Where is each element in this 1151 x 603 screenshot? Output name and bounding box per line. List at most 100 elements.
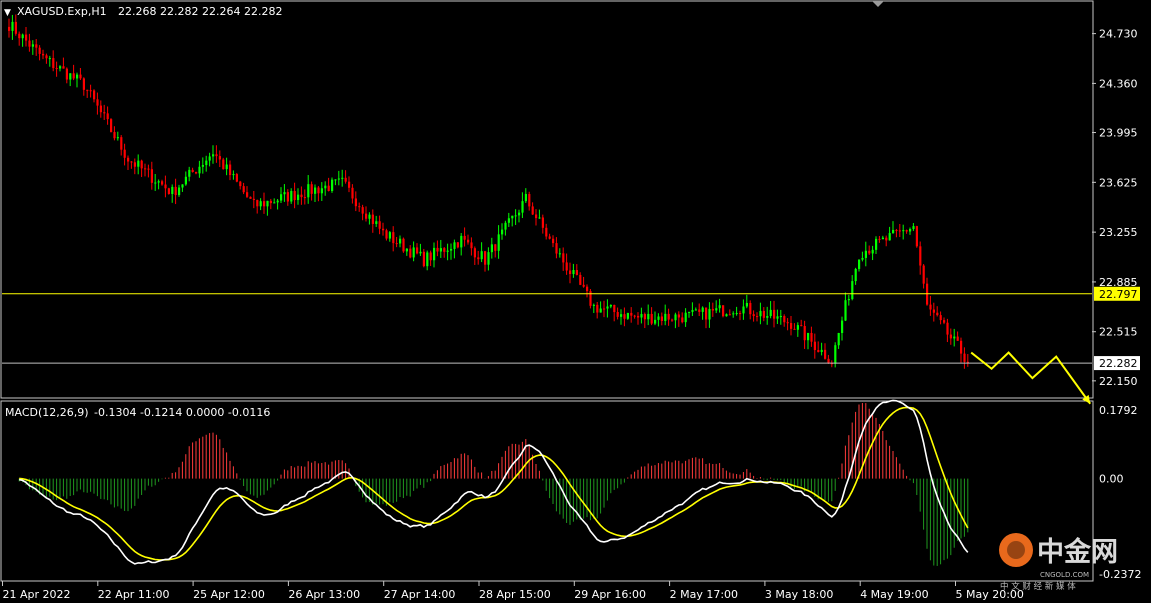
candle-body <box>456 242 459 248</box>
candle-body <box>535 214 538 219</box>
candle-body <box>25 34 28 41</box>
macd-axis-label: 0.00 <box>1099 473 1124 486</box>
candle-body <box>875 238 878 250</box>
candle-body <box>286 192 289 202</box>
candle-body <box>99 105 102 113</box>
candle-body <box>130 161 133 163</box>
macd-title: MACD(12,26,9) <box>5 406 89 419</box>
candle-body <box>341 177 344 179</box>
candle-body <box>674 314 677 321</box>
candle-body <box>841 320 844 333</box>
candle-body <box>246 192 249 197</box>
candle-body <box>76 74 79 79</box>
candle-body <box>324 185 327 189</box>
time-axis-label: 26 Apr 13:00 <box>288 588 360 601</box>
candle-body <box>184 176 187 185</box>
candle-body <box>82 78 85 90</box>
candle-body <box>844 300 847 321</box>
candle-body <box>562 253 565 263</box>
candle-body <box>35 44 38 48</box>
candle-body <box>722 305 725 317</box>
price-axis-label: 23.625 <box>1099 176 1138 189</box>
candle-body <box>626 312 629 319</box>
candle-body <box>790 323 793 329</box>
candle-body <box>103 112 106 114</box>
candle-body <box>65 68 68 80</box>
macd-axis-label: 0.1792 <box>1099 404 1138 417</box>
candle-body <box>28 40 31 47</box>
candle-body <box>705 307 708 320</box>
candle-body <box>783 316 786 323</box>
macd-signal-line <box>19 406 969 561</box>
candle-body <box>378 221 381 229</box>
candle-body <box>575 270 578 275</box>
candle-body <box>864 250 867 258</box>
candle-body <box>385 230 388 239</box>
candle-body <box>793 328 796 330</box>
candle-body <box>501 229 504 235</box>
candle-body <box>538 217 541 219</box>
projection-arrow-head <box>1082 394 1091 404</box>
candle-body <box>681 317 684 323</box>
candle-body <box>592 304 595 306</box>
candle-body <box>813 341 816 351</box>
candle-body <box>161 181 164 185</box>
candle-body <box>643 314 646 320</box>
candle-body <box>558 253 561 255</box>
candle-body <box>167 188 170 194</box>
time-axis-label: 4 May 19:00 <box>860 588 928 601</box>
candle-body <box>633 315 636 317</box>
candle-body <box>555 243 558 254</box>
candle-body <box>150 169 153 183</box>
candle-body <box>409 248 412 258</box>
candle-body <box>358 206 361 208</box>
candle-body <box>800 325 803 327</box>
chart-area: 24.73024.36023.99523.62523.25522.88522.5… <box>0 0 1141 601</box>
candle-body <box>113 132 116 139</box>
candle-body <box>21 34 24 39</box>
candle-body <box>715 308 718 311</box>
time-axis-label: 2 May 17:00 <box>670 588 738 601</box>
candle-body <box>579 274 582 285</box>
candle-body <box>630 312 633 316</box>
candle-body <box>154 182 157 184</box>
candle-body <box>905 230 908 232</box>
candle-body <box>654 319 657 324</box>
candle-body <box>487 252 490 265</box>
candle-body <box>195 172 198 174</box>
candle-body <box>807 332 810 341</box>
candle-body <box>888 233 891 241</box>
candle-body <box>463 235 466 240</box>
candle-body <box>439 248 442 252</box>
candle-body <box>86 89 89 91</box>
dropdown-icon[interactable]: ▼ <box>4 8 11 18</box>
candle-body <box>365 213 368 219</box>
candle-body <box>616 312 619 317</box>
candle-body <box>939 315 942 321</box>
candle-body <box>623 314 626 319</box>
candle-body <box>72 73 75 79</box>
candle-body <box>820 349 823 353</box>
candle-body <box>507 218 510 223</box>
candle-body <box>171 186 174 194</box>
candle-body <box>147 168 150 170</box>
candle-body <box>45 55 48 59</box>
candle-body <box>297 194 300 201</box>
candle-body <box>317 187 320 194</box>
candle-body <box>198 166 201 174</box>
candle-body <box>504 222 507 230</box>
candle-body <box>450 248 453 251</box>
candle-body <box>416 247 419 254</box>
candle-body <box>769 309 772 317</box>
candle-body <box>796 325 799 330</box>
candle-body <box>283 192 286 195</box>
candle-body <box>137 160 140 167</box>
candle-body <box>732 313 735 315</box>
candle-body <box>803 326 806 341</box>
candle-body <box>14 21 17 34</box>
price-line-tag-label: 22.282 <box>1099 357 1138 370</box>
candle-body <box>599 308 602 313</box>
candle-body <box>429 252 432 261</box>
candle-body <box>762 310 765 318</box>
candle-body <box>348 181 351 188</box>
